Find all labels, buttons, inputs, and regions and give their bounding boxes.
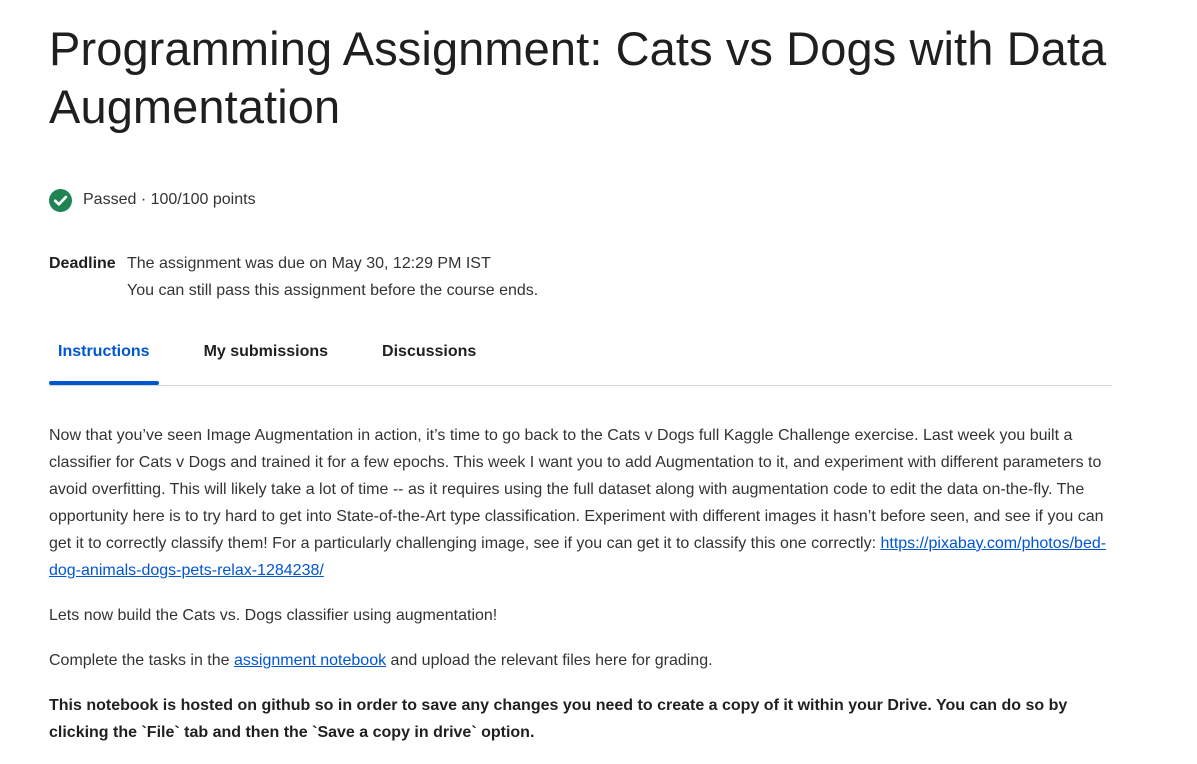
tab-discussions[interactable]: Discussions	[373, 330, 485, 383]
instructions-paragraph-2: Lets now build the Cats vs. Dogs classif…	[49, 607, 498, 624]
tab-instructions[interactable]: Instructions	[49, 330, 159, 385]
deadline-info: The assignment was due on May 30, 12:29 …	[127, 250, 538, 304]
deadline-block: Deadline The assignment was due on May 3…	[49, 250, 538, 304]
instructions-paragraph-1-text: Now that you’ve seen Image Augmentation …	[49, 427, 1104, 552]
instructions-paragraph-3: Complete the tasks in the assignment not…	[49, 647, 1114, 674]
deadline-due-text: The assignment was due on May 30, 12:29 …	[127, 255, 491, 272]
page-title: Programming Assignment: Cats vs Dogs wit…	[49, 22, 1107, 133]
instructions-content: Now that you’ve seen Image Augmentation …	[49, 422, 1114, 764]
deadline-label: Deadline	[49, 255, 116, 272]
status-text: Passed · 100/100 points	[83, 191, 256, 208]
check-circle-icon	[49, 188, 72, 212]
deadline-note-text: You can still pass this assignment befor…	[127, 282, 539, 299]
assignment-notebook-link[interactable]: assignment notebook	[234, 652, 386, 669]
instructions-paragraph-3-before: Complete the tasks in the	[49, 652, 234, 669]
instructions-paragraph-3-after: and upload the relevant files here for g…	[386, 652, 713, 669]
github-copy-note: This notebook is hosted on github so in …	[49, 697, 1068, 741]
tab-bar: Instructions My submissions Discussions	[49, 330, 1112, 386]
tab-my-submissions[interactable]: My submissions	[195, 330, 337, 383]
instructions-paragraph-1: Now that you’ve seen Image Augmentation …	[49, 422, 1114, 584]
status-row: Passed · 100/100 points	[49, 187, 256, 213]
